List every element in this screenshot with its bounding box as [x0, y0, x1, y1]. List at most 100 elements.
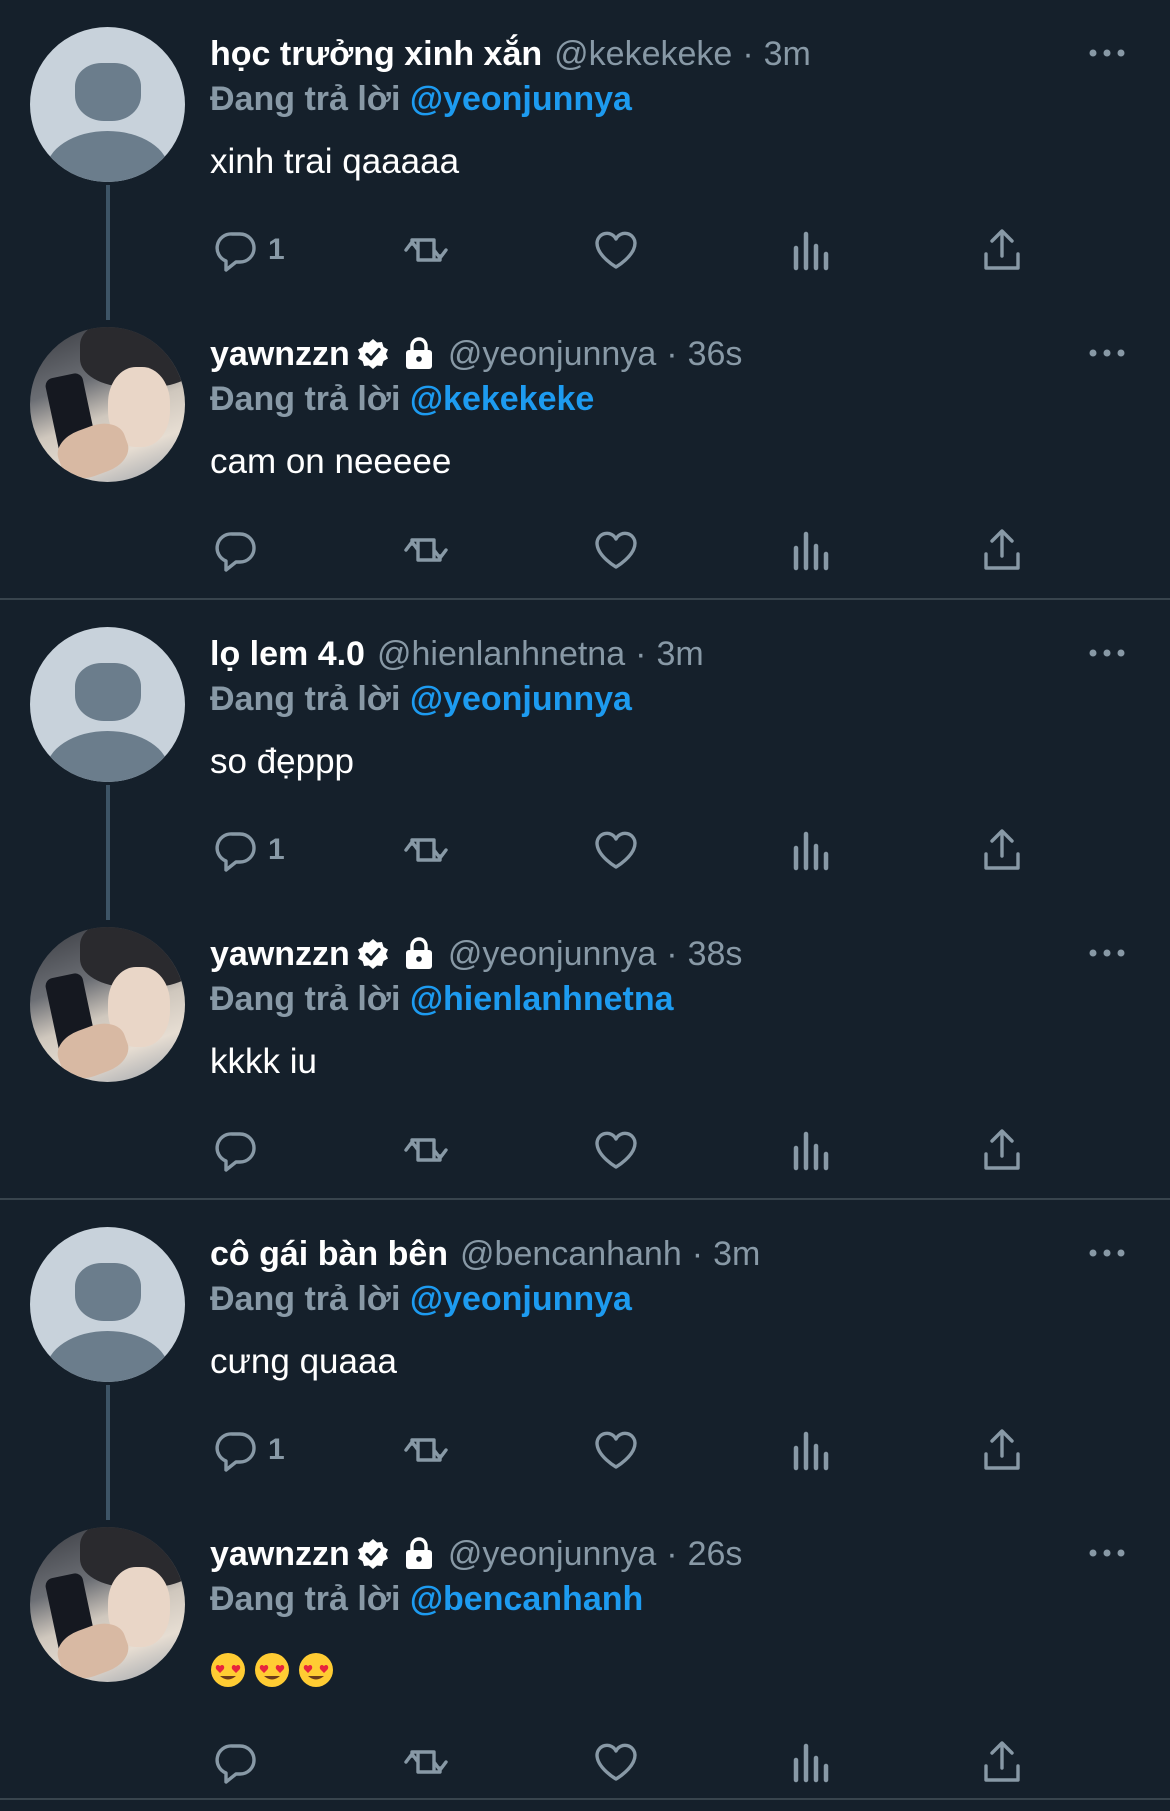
tweet[interactable]: cô gái bàn bên @bencanhanh · 3m Đang trả… — [0, 1200, 1170, 1520]
heart-eyes-emoji — [255, 1652, 289, 1687]
replying-to: Đang trả lời @yeonjunnya — [210, 80, 632, 119]
timestamp[interactable]: 26s — [688, 1535, 743, 1574]
reply-to-handle[interactable]: @yeonjunnya — [410, 80, 632, 118]
reply-to-handle[interactable]: @kekekeke — [410, 380, 594, 418]
avatar[interactable] — [30, 1527, 185, 1682]
share-button[interactable] — [978, 1420, 1026, 1480]
reply-to-handle[interactable]: @hienlanhnetna — [410, 980, 674, 1018]
reply-prefix: Đang trả lời — [210, 1580, 401, 1618]
analytics-button[interactable] — [786, 220, 834, 280]
reply-count: 1 — [268, 833, 285, 866]
retweet-button[interactable] — [402, 1120, 450, 1180]
display-name[interactable]: yawnzzn — [210, 935, 350, 974]
reply-to-handle[interactable]: @bencanhanh — [410, 1580, 643, 1618]
like-button[interactable] — [592, 520, 640, 580]
tweet[interactable]: yawnzzn @yeonjunnya · 26s Đang trả lời @… — [0, 1500, 1170, 1800]
reply-button[interactable] — [212, 1732, 268, 1792]
share-button[interactable] — [978, 220, 1026, 280]
replying-to: Đang trả lời @yeonjunnya — [210, 1280, 632, 1319]
tweet[interactable]: yawnzzn @yeonjunnya · 38s Đang trả lời @… — [0, 900, 1170, 1200]
reply-button[interactable] — [212, 520, 268, 580]
avatar[interactable] — [30, 27, 185, 182]
reply-icon — [215, 232, 256, 272]
retweet-button[interactable] — [402, 220, 450, 280]
share-button[interactable] — [978, 1120, 1026, 1180]
user-handle[interactable]: @yeonjunnya — [448, 335, 656, 374]
separator-dot: · — [635, 634, 647, 673]
user-handle[interactable]: @kekekeke — [554, 35, 732, 74]
more-icon[interactable] — [1085, 638, 1129, 668]
user-handle[interactable]: @yeonjunnya — [448, 1535, 656, 1574]
timestamp[interactable]: 3m — [764, 35, 811, 74]
tweet[interactable]: yawnzzn @yeonjunnya · 36s Đang trả lời @… — [0, 300, 1170, 600]
timestamp[interactable]: 36s — [688, 335, 743, 374]
more-icon[interactable] — [1085, 38, 1129, 68]
more-icon[interactable] — [1085, 1238, 1129, 1268]
analytics-button[interactable] — [786, 1732, 834, 1792]
avatar[interactable] — [30, 927, 185, 1082]
reply-to-handle[interactable]: @yeonjunnya — [410, 1280, 632, 1318]
more-icon[interactable] — [1085, 1538, 1129, 1568]
share-button[interactable] — [978, 520, 1026, 580]
tweet[interactable]: học trưởng xinh xắn @kekekeke · 3m Đang … — [0, 0, 1170, 320]
reply-button[interactable]: 1 — [212, 220, 285, 280]
share-button[interactable] — [978, 1732, 1026, 1792]
retweet-button[interactable] — [402, 1732, 450, 1792]
reply-button[interactable] — [212, 1120, 268, 1180]
like-button[interactable] — [592, 1420, 640, 1480]
timestamp[interactable]: 3m — [713, 1235, 760, 1274]
separator-dot: · — [742, 34, 754, 73]
avatar[interactable] — [30, 627, 185, 782]
analytics-button[interactable] — [786, 820, 834, 880]
user-handle[interactable]: @bencanhanh — [460, 1235, 682, 1274]
analytics-button[interactable] — [786, 520, 834, 580]
analytics-icon — [793, 1431, 829, 1471]
user-handle[interactable]: @hienlanhnetna — [377, 635, 625, 674]
like-icon — [595, 1131, 637, 1169]
like-button[interactable] — [592, 1120, 640, 1180]
display-name[interactable]: lọ lem 4.0 — [210, 635, 365, 674]
retweet-icon — [404, 238, 448, 262]
thread: học trưởng xinh xắn @kekekeke · 3m Đang … — [0, 0, 1170, 600]
retweet-icon — [404, 538, 448, 562]
action-bar — [0, 520, 1170, 580]
like-icon — [595, 1431, 637, 1469]
display-name[interactable]: yawnzzn — [210, 335, 350, 374]
action-bar: 1 — [0, 820, 1170, 880]
more-icon[interactable] — [1085, 938, 1129, 968]
separator-dot: · — [666, 334, 678, 373]
retweet-button[interactable] — [402, 1420, 450, 1480]
analytics-icon — [793, 231, 829, 271]
like-button[interactable] — [592, 220, 640, 280]
display-name[interactable]: học trưởng xinh xắn — [210, 35, 542, 74]
analytics-button[interactable] — [786, 1420, 834, 1480]
retweet-button[interactable] — [402, 520, 450, 580]
reply-icon — [215, 1432, 256, 1472]
display-name[interactable]: cô gái bàn bên — [210, 1235, 448, 1274]
share-icon — [984, 1129, 1020, 1170]
reply-button[interactable]: 1 — [212, 1420, 285, 1480]
action-bar — [0, 1120, 1170, 1180]
share-button[interactable] — [978, 820, 1026, 880]
retweet-button[interactable] — [402, 820, 450, 880]
tweet[interactable]: lọ lem 4.0 @hienlanhnetna · 3m Đang trả … — [0, 600, 1170, 920]
share-icon — [984, 229, 1020, 270]
avatar[interactable] — [30, 327, 185, 482]
reply-icon — [215, 832, 256, 872]
user-handle[interactable]: @yeonjunnya — [448, 935, 656, 974]
reply-button[interactable]: 1 — [212, 820, 285, 880]
verified-badge-icon — [357, 1539, 388, 1569]
like-button[interactable] — [592, 1732, 640, 1792]
more-icon[interactable] — [1085, 338, 1129, 368]
retweet-icon — [404, 1438, 448, 1462]
avatar[interactable] — [30, 1227, 185, 1382]
reply-to-handle[interactable]: @yeonjunnya — [410, 680, 632, 718]
separator-dot: · — [666, 934, 678, 973]
reply-prefix: Đang trả lời — [210, 80, 401, 118]
timestamp[interactable]: 3m — [656, 635, 703, 674]
timestamp[interactable]: 38s — [688, 935, 743, 974]
tweet-header: lọ lem 4.0 @hienlanhnetna · 3m — [210, 632, 704, 676]
analytics-button[interactable] — [786, 1120, 834, 1180]
display-name[interactable]: yawnzzn — [210, 1535, 350, 1574]
like-button[interactable] — [592, 820, 640, 880]
